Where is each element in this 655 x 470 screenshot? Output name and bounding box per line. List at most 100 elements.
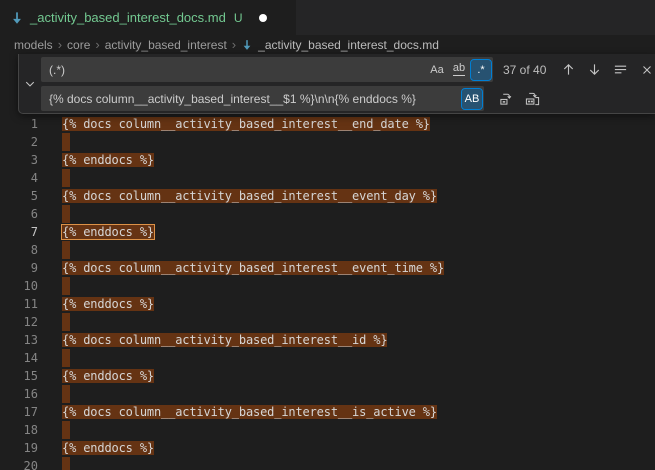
code-line[interactable]: 7 {% enddocs %} [0,223,655,241]
line-number: 18 [0,421,38,439]
find-match: {% enddocs %} [62,153,154,167]
code-line[interactable]: 2 [0,133,655,151]
code-line[interactable]: 16 [0,385,655,403]
selection-lines-icon [613,62,628,77]
code-line[interactable]: 9 {% docs column__activity_based_interest… [0,259,655,277]
find-match-empty [62,205,70,223]
find-match-empty [62,385,70,403]
line-number: 12 [0,313,38,331]
close-find-button[interactable] [636,59,655,80]
arrow-down-icon [587,62,602,77]
editor-tab[interactable]: _activity_based_interest_docs.md U [0,0,296,35]
code-line[interactable]: 4 [0,169,655,187]
find-match: {% docs column__activity_based_interest_… [62,189,437,203]
find-match: {% docs column__activity_based_interest_… [62,261,444,275]
breadcrumb-item-core[interactable]: core [67,38,90,52]
line-number: 1 [0,115,38,133]
tab-bar: _activity_based_interest_docs.md U [0,0,655,35]
line-content [38,277,70,295]
code-line[interactable]: 10 [0,277,655,295]
editor-pane: (.*) Aa ab .* 37 of 40 [0,54,655,470]
line-content [38,349,70,367]
line-content: {% enddocs %} [38,295,154,313]
line-content: {% docs column__activity_based_interest_… [38,259,444,277]
find-match-empty [62,349,70,367]
find-match: {% docs column__activity_based_interest_… [62,333,387,347]
find-match: {% docs column__activity_based_interest_… [62,117,430,131]
find-replace-widget: (.*) Aa ab .* 37 of 40 [18,54,655,114]
replace-icon [499,91,514,106]
line-number: 15 [0,367,38,385]
line-content: {% enddocs %} [38,367,154,385]
next-match-button[interactable] [584,59,605,80]
breadcrumb-separator: › [58,37,62,52]
replace-input[interactable]: {% docs column__activity_based_interest_… [41,86,484,111]
find-input[interactable]: (.*) Aa ab .* [41,57,493,82]
toggle-replace-button[interactable] [19,54,41,113]
match-case-button[interactable]: Aa [427,60,447,80]
line-number: 19 [0,439,38,457]
find-match-empty [62,277,70,295]
find-match-empty [62,421,70,439]
line-number: 7 [0,223,38,241]
breadcrumb: models › core › activity_based_interest … [0,35,655,54]
breadcrumb-item-models[interactable]: models [14,38,53,52]
preserve-case-button[interactable]: AB [462,89,482,109]
find-match-empty [62,169,70,187]
line-number: 5 [0,187,38,205]
code-line[interactable]: 12 [0,313,655,331]
previous-match-button[interactable] [558,59,579,80]
chevron-down-icon [24,78,36,90]
code-line[interactable]: 20 [0,457,655,470]
line-number: 20 [0,457,38,470]
code-lines: 1 {% docs column__activity_based_interest… [0,115,655,470]
line-number: 9 [0,259,38,277]
unsaved-changes-dot[interactable] [259,14,267,22]
match-count: 37 of 40 [503,63,546,77]
line-number: 2 [0,133,38,151]
line-content [38,169,70,187]
code-line[interactable]: 17{% docs column__activity_based_interes… [0,403,655,421]
code-line[interactable]: 13 {% docs column__activity_based_interes… [0,331,655,349]
breadcrumb-separator: › [232,37,236,52]
breadcrumb-item-activity-based-interest[interactable]: activity_based_interest [105,38,227,52]
line-content: {% docs column__activity_based_interest_… [38,187,437,205]
code-line[interactable]: 1 {% docs column__activity_based_interest… [0,115,655,133]
line-number: 6 [0,205,38,223]
find-match: {% enddocs %} [62,369,154,383]
code-line[interactable]: 15 {% enddocs %} [0,367,655,385]
whole-word-button[interactable]: ab [449,60,469,80]
find-in-selection-button[interactable] [610,59,631,80]
line-content [38,133,70,151]
code-line[interactable]: 3 {% enddocs %} [0,151,655,169]
line-number: 14 [0,349,38,367]
find-match-empty [62,457,70,470]
code-line[interactable]: 5 {% docs column__activity_based_interest… [0,187,655,205]
replace-button[interactable] [496,88,517,109]
line-content: {% docs column__activity_based_interest_… [38,403,437,421]
find-match-empty [62,133,70,151]
markdown-icon [10,11,24,25]
line-number: 13 [0,331,38,349]
line-content [38,241,70,259]
find-match-empty [62,241,70,259]
line-content: {% docs column__activity_based_interest_… [38,331,387,349]
replace-all-icon [525,91,540,106]
code-line[interactable]: 19{% enddocs %} [0,439,655,457]
line-number: 3 [0,151,38,169]
code-line[interactable]: 14 [0,349,655,367]
code-line[interactable]: 8 [0,241,655,259]
git-status-badge: U [234,11,243,25]
code-line[interactable]: 18 [0,421,655,439]
find-match-current: {% enddocs %} [62,225,154,239]
arrow-up-icon [561,62,576,77]
code-line[interactable]: 11{% enddocs %} [0,295,655,313]
regex-button[interactable]: .* [471,60,491,80]
find-row: (.*) Aa ab .* 37 of 40 [41,57,655,82]
find-match: {% enddocs %} [62,297,154,311]
code-line[interactable]: 6 [0,205,655,223]
find-input-value: (.*) [41,63,427,77]
replace-all-icon-button[interactable] [522,88,543,109]
breadcrumb-item-file[interactable]: _activity_based_interest_docs.md [258,38,439,52]
line-number: 8 [0,241,38,259]
